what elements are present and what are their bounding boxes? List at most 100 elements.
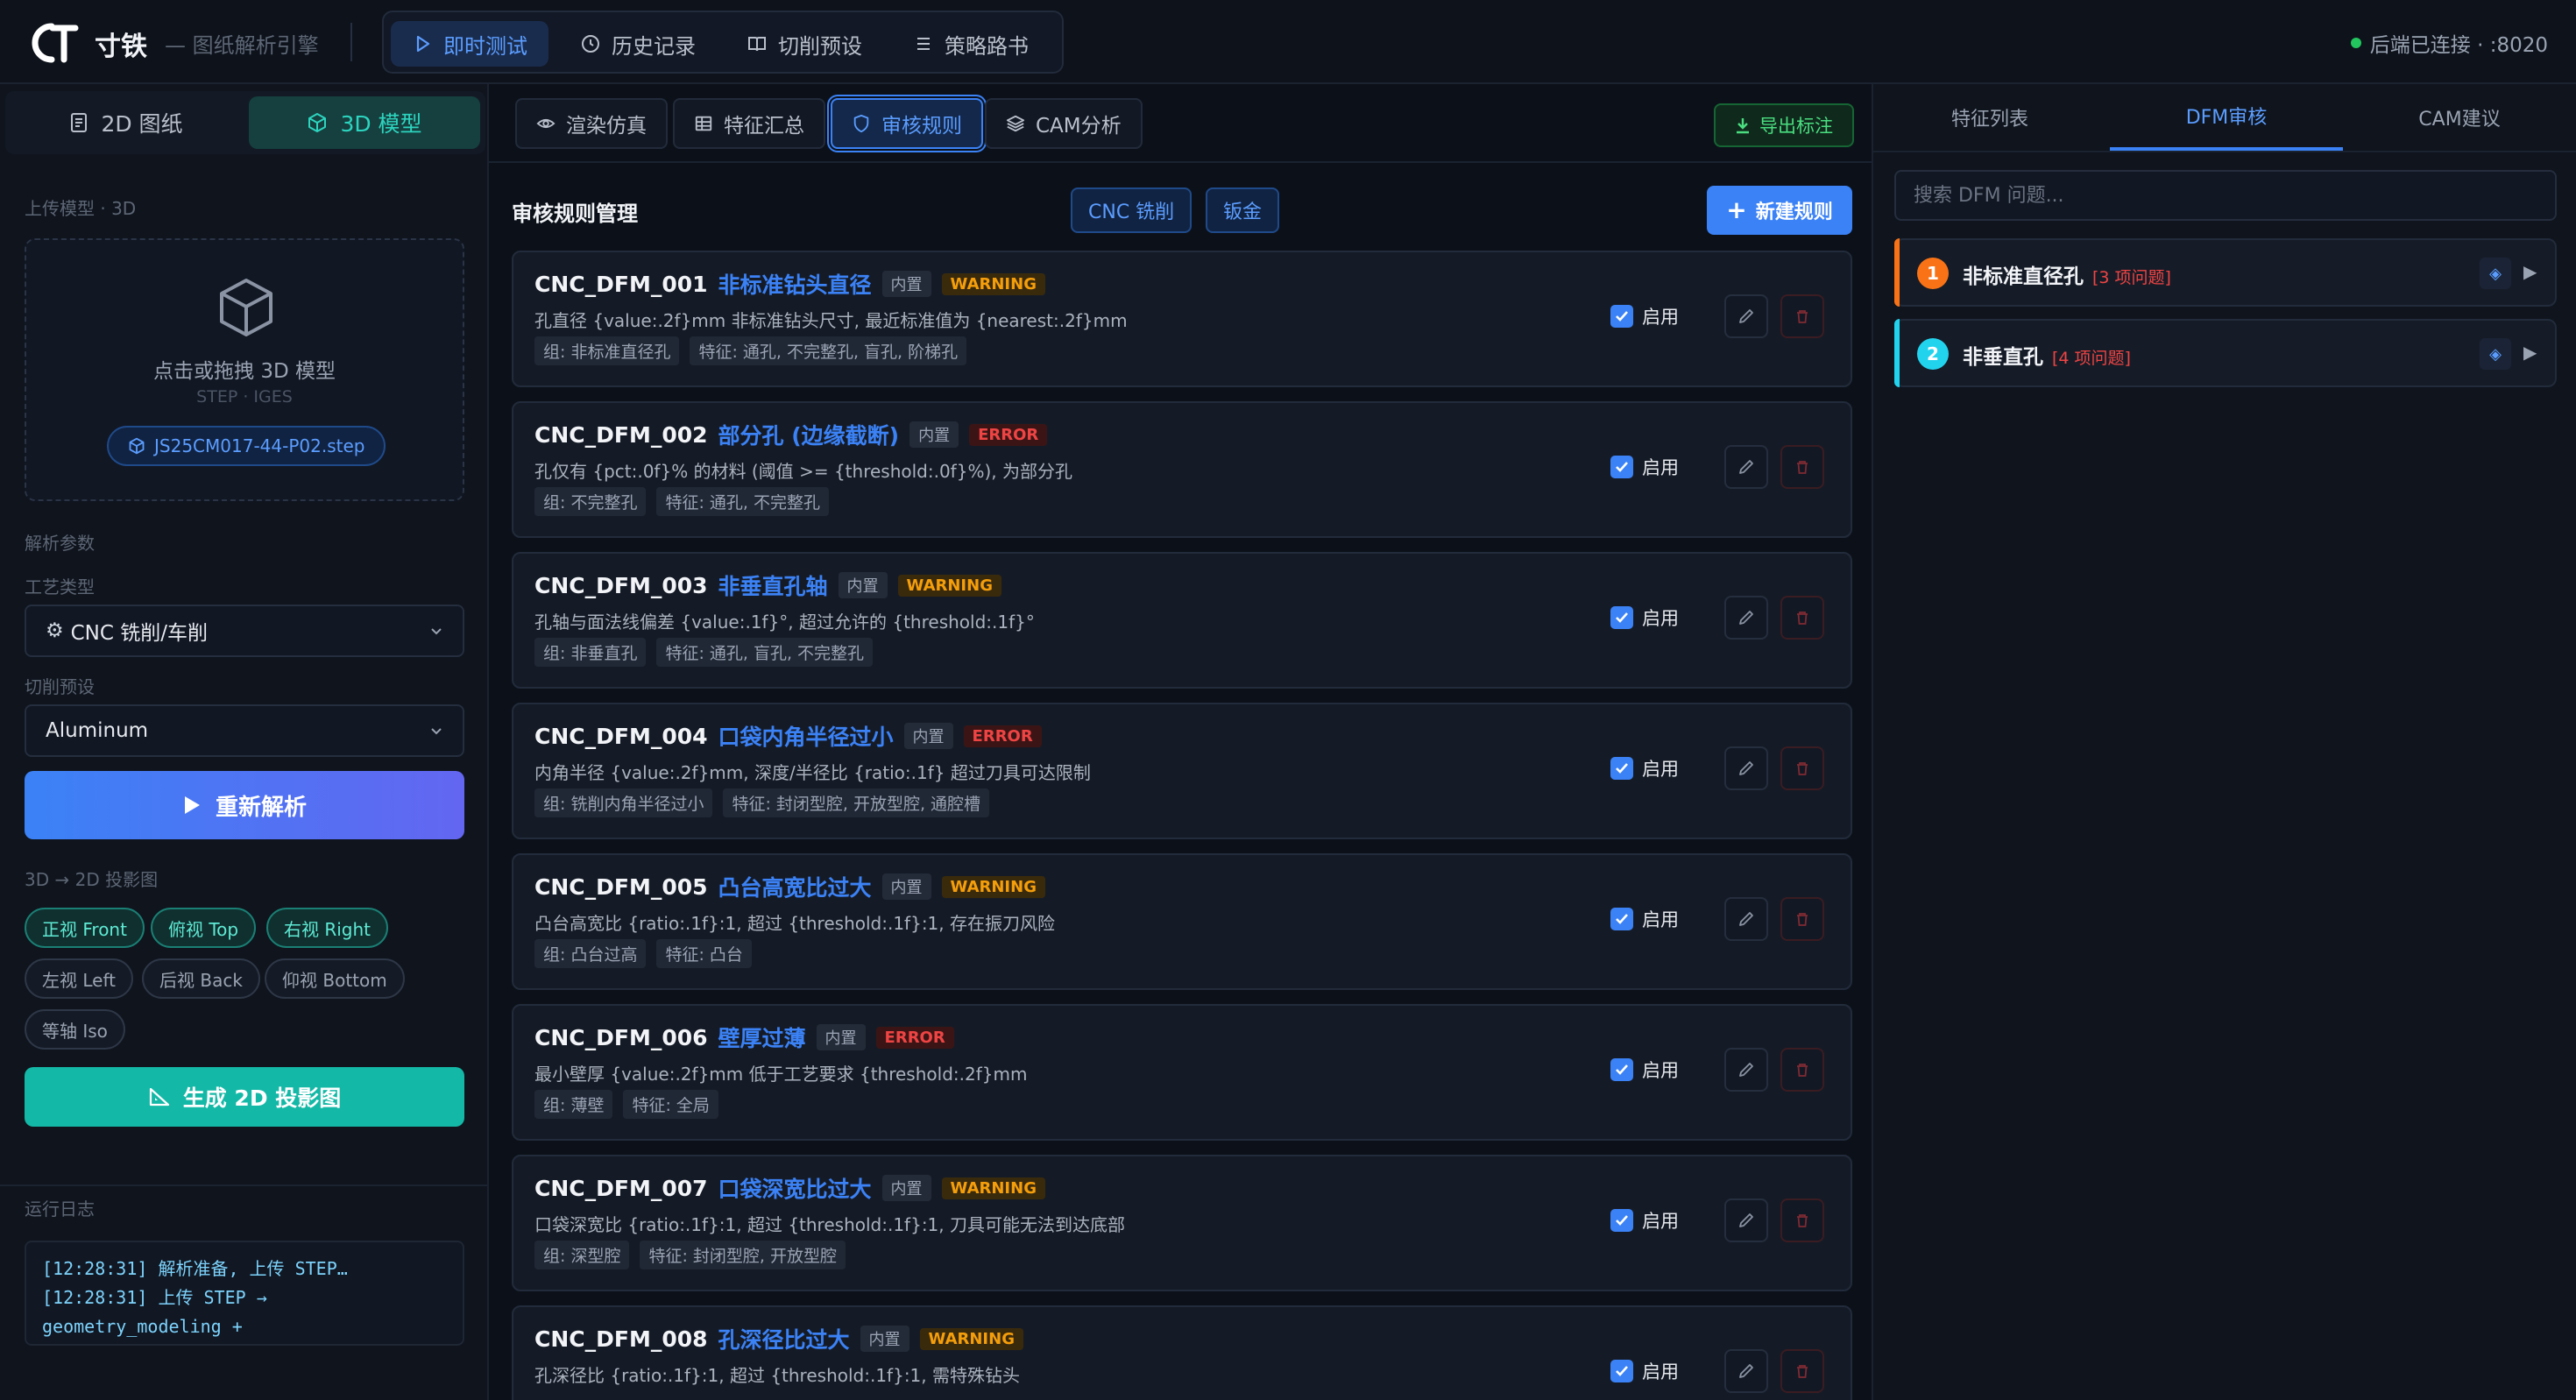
nav-tab-strategy[interactable]: 策略路书	[892, 21, 1050, 67]
nav-tab-cutting-presets[interactable]: 切削预设	[725, 21, 883, 67]
edit-rule-button[interactable]	[1724, 596, 1768, 640]
rule-enable-toggle[interactable]: 启用	[1610, 755, 1679, 781]
rule-enable-toggle[interactable]: 启用	[1610, 906, 1679, 932]
tab-feature-list[interactable]: 特征列表	[1873, 84, 2106, 151]
rule-card[interactable]: CNC_DFM_006 壁厚过薄 内置 ERROR 最小壁厚 {value:.2…	[512, 1004, 1852, 1141]
expand-arrow-icon[interactable]: ▶	[2523, 342, 2537, 363]
pencil-icon	[1739, 912, 1753, 926]
reparse-button[interactable]: 重新解析	[25, 771, 464, 839]
rule-enable-toggle[interactable]: 启用	[1610, 1358, 1679, 1384]
enable-checkbox[interactable]	[1610, 1209, 1633, 1232]
enable-checkbox[interactable]	[1610, 1360, 1633, 1382]
locate-icon[interactable]: ◈	[2480, 258, 2511, 289]
nav-tab-history[interactable]: 历史记录	[559, 21, 717, 67]
rule-enable-toggle[interactable]: 启用	[1610, 454, 1679, 480]
rule-card[interactable]: CNC_DFM_004 口袋内角半径过小 内置 ERROR 内角半径 {valu…	[512, 703, 1852, 839]
delete-rule-button[interactable]	[1780, 1048, 1824, 1092]
model-dropzone[interactable]: 点击或拖拽 3D 模型 STEP · IGES JS25CM017-44-P02…	[25, 238, 464, 501]
tab-render-sim[interactable]: 渲染仿真	[515, 98, 668, 149]
export-annotations-button[interactable]: 导出标注	[1714, 103, 1854, 147]
severity-badge: ERROR	[875, 1026, 954, 1049]
delete-rule-button[interactable]	[1780, 1198, 1824, 1242]
severity-badge: WARNING	[919, 1327, 1023, 1350]
filter-sheet-metal[interactable]: 钣金	[1206, 187, 1280, 233]
expand-arrow-icon[interactable]: ▶	[2523, 261, 2537, 282]
dfm-search-input[interactable]	[1894, 170, 2557, 221]
rule-name: 凸台高宽比过大	[718, 875, 872, 901]
generate-projection-button[interactable]: 生成 2D 投影图	[25, 1067, 464, 1127]
edit-rule-button[interactable]	[1724, 1198, 1768, 1242]
dfm-issue-row[interactable]: 2 非垂直孔 [4 项问题] ◈ ▶	[1894, 319, 2557, 387]
nav-tab-label: 历史记录	[612, 33, 696, 59]
trash-icon	[1797, 461, 1808, 474]
edit-rule-button[interactable]	[1724, 746, 1768, 790]
view-chip-iso[interactable]: 等轴 Iso	[25, 1009, 125, 1050]
check-icon	[1616, 1366, 1628, 1376]
view-chip-front[interactable]: 正视 Front	[25, 908, 145, 948]
delete-rule-button[interactable]	[1780, 445, 1824, 489]
view-chip-back[interactable]: 后视 Back	[142, 958, 260, 999]
tab-cam-suggestions[interactable]: CAM建议	[2343, 84, 2576, 151]
rule-card[interactable]: CNC_DFM_001 非标准钻头直径 内置 WARNING 孔直径 {valu…	[512, 251, 1852, 387]
check-icon	[1616, 462, 1628, 472]
enable-checkbox[interactable]	[1610, 757, 1633, 780]
new-rule-button[interactable]: + 新建规则	[1707, 186, 1852, 235]
edit-rule-button[interactable]	[1724, 1048, 1768, 1092]
connection-status: 后端已连接 · :8020	[2350, 28, 2548, 58]
issue-title: 非垂直孔	[1963, 346, 2043, 369]
rule-card[interactable]: CNC_DFM_005 凸台高宽比过大 内置 WARNING 凸台高宽比 {ra…	[512, 853, 1852, 990]
view-chip-left[interactable]: 左视 Left	[25, 958, 133, 999]
locate-icon[interactable]: ◈	[2480, 338, 2511, 370]
divider	[350, 23, 352, 61]
process-type-select[interactable]: ⚙ CNC 铣削/车削	[25, 605, 464, 657]
view-chip-top[interactable]: 俯视 Top	[151, 908, 257, 948]
rule-description: 最小壁厚 {value:.2f}mm 低于工艺要求 {threshold:.2f…	[534, 1064, 1028, 1085]
rule-enable-toggle[interactable]: 启用	[1610, 303, 1679, 329]
enable-checkbox[interactable]	[1610, 305, 1633, 328]
tab-cam-analysis[interactable]: CAM分析	[985, 98, 1143, 149]
rule-enable-toggle[interactable]: 启用	[1610, 605, 1679, 631]
delete-rule-button[interactable]	[1780, 897, 1824, 941]
issue-count: [3 项问题]	[2092, 268, 2171, 287]
rule-enable-toggle[interactable]: 启用	[1610, 1057, 1679, 1083]
rule-card[interactable]: CNC_DFM_007 口袋深宽比过大 内置 WARNING 口袋深宽比 {ra…	[512, 1155, 1852, 1291]
uploaded-file-chip[interactable]: JS25CM017-44-P02.step	[107, 426, 386, 466]
edit-rule-button[interactable]	[1724, 1349, 1768, 1393]
delete-rule-button[interactable]	[1780, 294, 1824, 338]
dfm-issue-row[interactable]: 1 非标准直径孔 [3 项问题] ◈ ▶	[1894, 238, 2557, 307]
trash-icon	[1797, 1365, 1808, 1378]
filter-cnc-milling[interactable]: CNC 铣削	[1071, 187, 1192, 233]
shield-icon	[853, 114, 869, 133]
enable-checkbox[interactable]	[1610, 908, 1633, 930]
view-chip-right[interactable]: 右视 Right	[266, 908, 389, 948]
cutting-preset-select[interactable]: Aluminum	[25, 704, 464, 757]
tab-dfm-review[interactable]: DFM审核	[2110, 84, 2343, 151]
enable-checkbox[interactable]	[1610, 606, 1633, 629]
rule-name: 口袋内角半径过小	[718, 725, 894, 750]
rule-feature-tag: 特征: 通孔, 盲孔, 不完整孔	[656, 638, 874, 667]
nav-tab-live-test[interactable]: 即时测试	[391, 21, 548, 67]
rule-header: CNC_DFM_004 口袋内角半径过小 内置 ERROR	[534, 720, 1042, 752]
rule-name: 部分孔 (边缘截断)	[718, 423, 900, 449]
rule-enable-toggle[interactable]: 启用	[1610, 1207, 1679, 1234]
download-icon	[1737, 118, 1749, 134]
delete-rule-button[interactable]	[1780, 1349, 1824, 1393]
edit-rule-button[interactable]	[1724, 294, 1768, 338]
delete-rule-button[interactable]	[1780, 596, 1824, 640]
enable-checkbox[interactable]	[1610, 456, 1633, 478]
tab-feature-summary[interactable]: 特征汇总	[673, 98, 825, 149]
enable-checkbox[interactable]	[1610, 1058, 1633, 1081]
rule-description: 凸台高宽比 {ratio:.1f}:1, 超过 {threshold:.1f}:…	[534, 913, 1055, 934]
edit-rule-button[interactable]	[1724, 897, 1768, 941]
rule-card[interactable]: CNC_DFM_003 非垂直孔轴 内置 WARNING 孔轴与面法线偏差 {v…	[512, 552, 1852, 689]
tab-2d-drawing[interactable]: 2D 图纸	[11, 96, 242, 149]
delete-rule-button[interactable]	[1780, 746, 1824, 790]
edit-rule-button[interactable]	[1724, 445, 1768, 489]
tab-3d-model[interactable]: 3D 模型	[249, 96, 480, 149]
rule-card[interactable]: CNC_DFM_002 部分孔 (边缘截断) 内置 ERROR 孔仅有 {pct…	[512, 401, 1852, 538]
tab-review-rules[interactable]: 审核规则	[831, 98, 983, 149]
layers-icon	[1006, 115, 1025, 132]
rule-card[interactable]: CNC_DFM_008 孔深径比过大 内置 WARNING 孔深径比 {rati…	[512, 1305, 1852, 1400]
cube-icon	[129, 437, 145, 455]
view-chip-bottom[interactable]: 仰视 Bottom	[265, 958, 405, 999]
